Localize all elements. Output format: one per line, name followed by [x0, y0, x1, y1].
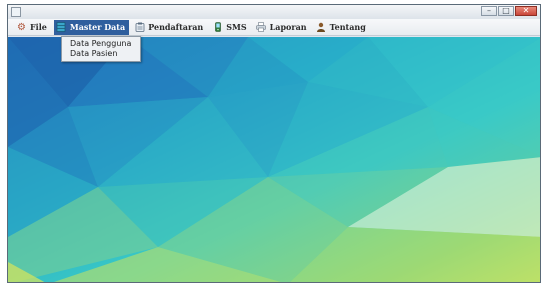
window-controls: – □ ✕	[480, 6, 537, 17]
close-button[interactable]: ✕	[515, 6, 537, 16]
desktop-background	[8, 37, 540, 282]
menu-pendaftaran[interactable]: Pendaftaran	[132, 20, 207, 35]
minimize-button[interactable]: –	[481, 6, 497, 16]
menu-item-data-pengguna[interactable]: Data Pengguna	[62, 39, 140, 49]
maximize-button[interactable]: □	[498, 6, 514, 16]
app-window: – □ ✕ ⚙ File Master Data Pendaftaran SMS…	[7, 4, 541, 283]
close-icon: ✕	[522, 6, 530, 15]
app-icon	[11, 7, 21, 17]
title-bar: – □ ✕	[8, 5, 540, 20]
printer-icon	[256, 22, 267, 33]
menu-sms-label: SMS	[226, 22, 247, 32]
menu-laporan-label: Laporan	[269, 22, 307, 32]
menu-master-data-label: Master Data	[69, 22, 126, 32]
menu-sms[interactable]: SMS	[210, 20, 250, 35]
database-icon	[56, 22, 67, 33]
master-data-dropdown: Data Pengguna Data Pasien	[61, 36, 141, 62]
person-icon	[316, 22, 327, 33]
menu-laporan[interactable]: Laporan	[254, 20, 311, 35]
menu-item-data-pasien[interactable]: Data Pasien	[62, 49, 140, 59]
menu-file-label: File	[30, 22, 47, 32]
phone-icon	[212, 22, 223, 33]
minimize-icon: –	[487, 6, 491, 15]
maximize-icon: □	[502, 6, 510, 15]
menu-tentang-label: Tentang	[329, 22, 366, 32]
menu-pendaftaran-label: Pendaftaran	[148, 22, 204, 32]
menu-master-data[interactable]: Master Data	[53, 19, 130, 35]
gear-icon: ⚙	[17, 21, 26, 33]
clipboard-icon	[134, 22, 145, 33]
menu-bar: ⚙ File Master Data Pendaftaran SMS Lapor…	[8, 19, 540, 36]
menu-file[interactable]: ⚙ File	[14, 20, 51, 35]
menu-tentang[interactable]: Tentang	[314, 20, 370, 35]
